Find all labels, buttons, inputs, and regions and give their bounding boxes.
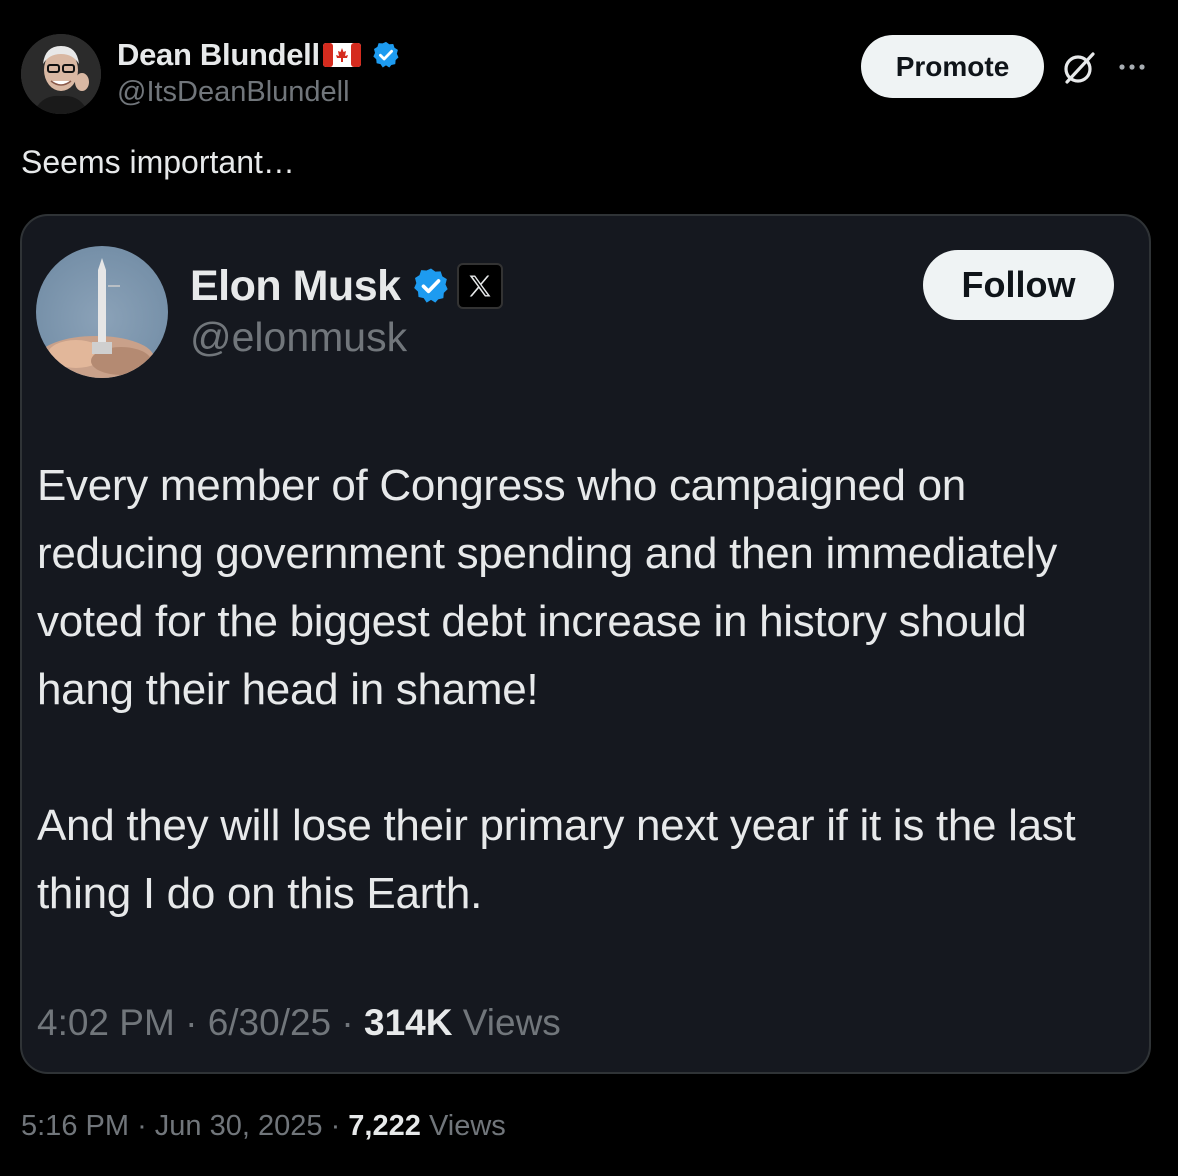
views-count[interactable]: 7,222 [348, 1110, 421, 1142]
quoted-tweet-card[interactable]: Elon Musk @elonmusk Follow Every member … [20, 214, 1151, 1074]
quoted-author-avatar[interactable] [36, 246, 168, 378]
tweet-time[interactable]: 5:16 PM [21, 1110, 129, 1142]
tweet-meta: 5:16 PM · Jun 30, 2025 · 7,222 Views [21, 1110, 506, 1143]
canada-flag-icon [322, 42, 361, 68]
quoted-author-name[interactable]: Elon Musk [190, 262, 401, 311]
quoted-date[interactable]: 6/30/25 [208, 1002, 331, 1043]
follow-button[interactable]: Follow [923, 250, 1114, 320]
meta-separator: · [137, 1110, 147, 1142]
quoted-name-row: Elon Musk [190, 260, 503, 312]
promote-button[interactable]: Promote [861, 35, 1044, 98]
quoted-views-label: Views [462, 1002, 561, 1043]
tweet-text: Seems important… [21, 144, 295, 180]
quoted-views-count: 314K [364, 1002, 453, 1043]
author-handle[interactable]: @ItsDeanBlundell [117, 76, 350, 109]
quoted-tweet-meta: 4:02 PM · 6/30/25 · 314K Views [37, 1002, 561, 1044]
meta-separator: · [341, 1002, 354, 1043]
author-name-row: Dean Blundell [117, 36, 401, 74]
views-label: Views [428, 1110, 506, 1142]
verified-badge-icon [411, 266, 451, 306]
quoted-time[interactable]: 4:02 PM [37, 1002, 175, 1043]
quoted-paragraph-1: Every member of Congress who campaigned … [37, 461, 1057, 714]
meta-separator: · [330, 1110, 341, 1142]
author-name[interactable]: Dean Blundell [117, 37, 320, 73]
author-avatar[interactable] [21, 34, 101, 114]
quoted-paragraph-2: And they will lose their primary next ye… [37, 801, 1076, 918]
more-icon[interactable] [1112, 52, 1152, 82]
meta-separator: · [185, 1002, 198, 1043]
tweet-date[interactable]: Jun 30, 2025 [155, 1110, 323, 1142]
quoted-author-handle[interactable]: @elonmusk [190, 314, 407, 361]
quoted-tweet-body: Every member of Congress who campaigned … [37, 452, 1127, 928]
verified-badge-icon [371, 40, 401, 70]
x-logo-icon[interactable] [456, 263, 503, 309]
grok-icon[interactable] [1061, 50, 1097, 86]
